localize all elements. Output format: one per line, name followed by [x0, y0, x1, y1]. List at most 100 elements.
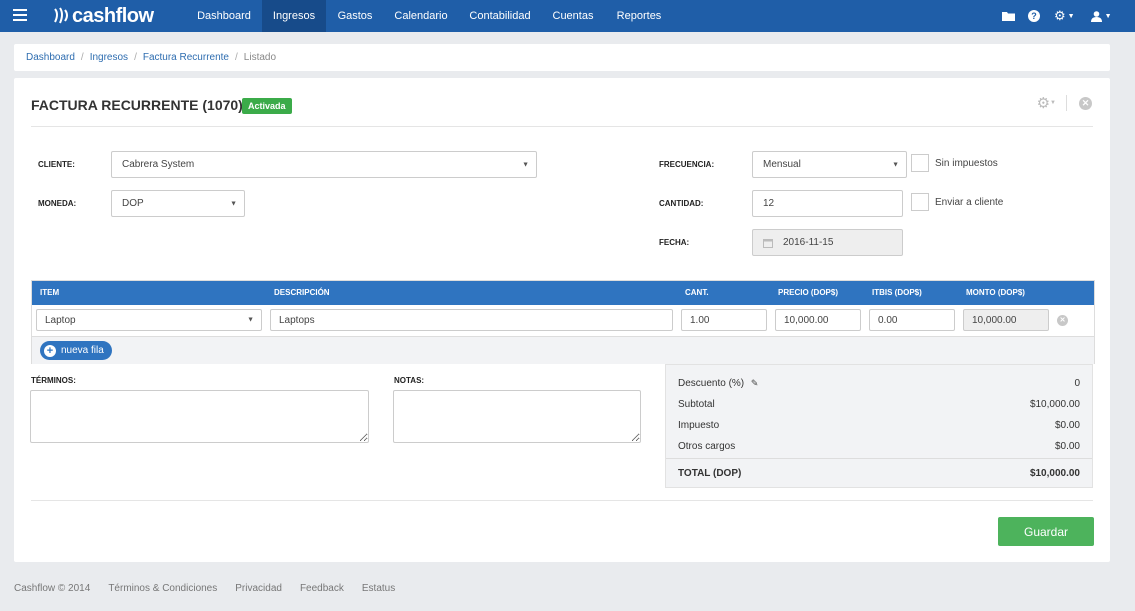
otros-cargos-label: Otros cargos	[678, 441, 736, 452]
table-footer: + nueva fila	[32, 337, 1094, 364]
frecuencia-select[interactable]: Mensual ▼	[752, 151, 907, 178]
subtotal-value: $10,000.00	[1029, 399, 1080, 410]
th-descripcion: DESCRIPCIÓN	[274, 288, 330, 297]
folder-icon[interactable]	[1002, 11, 1016, 22]
cantidad-value: 12	[763, 198, 775, 209]
cant-input[interactable]: 1.00	[681, 309, 767, 331]
logo[interactable]: cashflow	[52, 4, 154, 28]
cliente-select[interactable]: Cabrera System ▼	[111, 151, 537, 178]
descripcion-input[interactable]: Laptops	[270, 309, 673, 331]
moneda-value: DOP	[122, 198, 144, 209]
nav-dashboard[interactable]: Dashboard	[188, 0, 260, 32]
user-icon[interactable]	[1090, 10, 1102, 22]
itbis-value: 0.00	[878, 314, 898, 326]
top-navbar: cashflow Dashboard Ingresos Gastos Calen…	[0, 0, 1135, 32]
nav-reportes[interactable]: Reportes	[606, 0, 672, 32]
breadcrumb-separator: /	[235, 52, 238, 63]
fecha-label: FECHA:	[659, 238, 690, 247]
pencil-icon[interactable]: ✎	[751, 378, 759, 388]
status-badge: Activada	[242, 98, 292, 114]
footer-divider	[31, 500, 1093, 501]
th-cant: CANT.	[685, 288, 709, 297]
breadcrumb-separator: /	[134, 52, 137, 63]
descuento-value: 0	[1074, 378, 1080, 389]
monto-input: 10,000.00	[963, 309, 1049, 331]
notas-label: NOTAS:	[394, 376, 425, 385]
item-select[interactable]: Laptop ▼	[36, 309, 262, 331]
frecuencia-value: Mensual	[763, 159, 801, 170]
terminos-label: TÉRMINOS:	[31, 376, 76, 385]
sin-impuestos-label: Sin impuestos	[935, 158, 998, 169]
page-title: FACTURA RECURRENTE (1070)	[31, 97, 243, 113]
table-header: ITEM DESCRIPCIÓN CANT. PRECIO (DOP$) ITB…	[32, 281, 1094, 305]
chevron-down-icon: ▼	[1067, 12, 1075, 20]
nav-cuentas[interactable]: Cuentas	[544, 0, 602, 32]
totals-panel: Descuento (%) ✎ 0 Subtotal $10,000.00 Im…	[665, 364, 1093, 488]
terminos-textarea[interactable]	[30, 390, 369, 443]
caret-down-icon: ▼	[892, 161, 899, 168]
descuento-label-wrap: Descuento (%) ✎	[678, 378, 758, 389]
frecuencia-label: FRECUENCIA:	[659, 160, 715, 169]
invoice-card: FACTURA RECURRENTE (1070) Activada ⚙ ▼ ✕…	[14, 78, 1110, 562]
enviar-cliente-label: Enviar a cliente	[935, 197, 1004, 208]
add-row-button[interactable]: + nueva fila	[40, 341, 112, 360]
cantidad-label: CANTIDAD:	[659, 199, 704, 208]
footer-link-privacidad[interactable]: Privacidad	[235, 583, 282, 594]
itbis-input[interactable]: 0.00	[869, 309, 955, 331]
card-tools: ⚙ ▼ ✕	[1037, 94, 1092, 112]
breadcrumb-factura-recurrente[interactable]: Factura Recurrente	[143, 52, 229, 63]
notas-textarea[interactable]	[393, 390, 641, 443]
close-circle-icon[interactable]: ✕	[1079, 96, 1092, 110]
enviar-cliente-checkbox[interactable]	[911, 193, 929, 211]
fecha-value: 2016-11-15	[783, 237, 834, 248]
otros-cargos-value: $0.00	[1054, 441, 1080, 452]
precio-value: 10,000.00	[784, 314, 829, 326]
gear-icon[interactable]: ⚙	[1037, 94, 1050, 112]
table-row: Laptop ▼ Laptops 1.00 10,000.00 0.00 10,…	[32, 305, 1094, 337]
remove-row-icon[interactable]: ✕	[1057, 315, 1068, 326]
chevron-down-icon: ▼	[1104, 12, 1112, 20]
nav-gastos[interactable]: Gastos	[328, 0, 382, 32]
nav-calendario[interactable]: Calendario	[386, 0, 456, 32]
footer-link-feedback[interactable]: Feedback	[300, 583, 344, 594]
caret-down-icon: ▼	[247, 316, 254, 324]
cliente-label: CLIENTE:	[38, 160, 75, 169]
gear-icon[interactable]: ⚙	[1054, 8, 1066, 24]
cashflow-logo-icon	[54, 7, 68, 24]
items-table: ITEM DESCRIPCIÓN CANT. PRECIO (DOP$) ITB…	[31, 280, 1095, 364]
total-row: TOTAL (DOP) $10,000.00	[666, 458, 1092, 488]
impuesto-row: Impuesto $0.00	[678, 420, 1080, 431]
sin-impuestos-checkbox[interactable]	[911, 154, 929, 172]
chevron-down-icon: ▼	[1050, 100, 1056, 106]
menu-icon[interactable]	[13, 9, 27, 21]
nav-ingresos[interactable]: Ingresos	[262, 0, 326, 32]
breadcrumb-ingresos[interactable]: Ingresos	[90, 52, 128, 63]
th-itbis: ITBIS (DOP$)	[872, 288, 922, 297]
footer-link-terminos[interactable]: Términos & Condiciones	[108, 583, 217, 594]
th-monto: MONTO (DOP$)	[966, 288, 1025, 297]
cant-value: 1.00	[690, 314, 710, 326]
precio-input[interactable]: 10,000.00	[775, 309, 861, 331]
divider	[1066, 95, 1067, 111]
breadcrumb-separator: /	[80, 52, 84, 63]
total-label: TOTAL (DOP)	[678, 468, 742, 479]
cantidad-input[interactable]: 12	[752, 190, 903, 217]
descuento-row: Descuento (%) ✎ 0	[678, 378, 1080, 389]
footer-link-estatus[interactable]: Estatus	[362, 583, 395, 594]
descuento-label: Descuento (%)	[678, 378, 745, 389]
moneda-select[interactable]: DOP ▼	[111, 190, 245, 217]
fecha-input[interactable]: 2016-11-15	[752, 229, 903, 256]
save-button[interactable]: Guardar	[998, 517, 1094, 546]
cliente-value: Cabrera System	[122, 159, 195, 170]
total-value: $10,000.00	[1029, 468, 1080, 479]
help-icon[interactable]: ?	[1028, 10, 1040, 22]
breadcrumb-dashboard[interactable]: Dashboard	[26, 52, 75, 63]
descripcion-value: Laptops	[279, 314, 315, 326]
header-divider	[31, 126, 1093, 127]
page-footer: Cashflow © 2014 Términos & Condiciones P…	[14, 583, 395, 594]
nav-contabilidad[interactable]: Contabilidad	[460, 0, 540, 32]
plus-circle-icon: +	[44, 344, 56, 357]
subtotal-row: Subtotal $10,000.00	[678, 399, 1080, 410]
impuesto-label: Impuesto	[678, 420, 720, 431]
subtotal-label: Subtotal	[678, 399, 715, 410]
